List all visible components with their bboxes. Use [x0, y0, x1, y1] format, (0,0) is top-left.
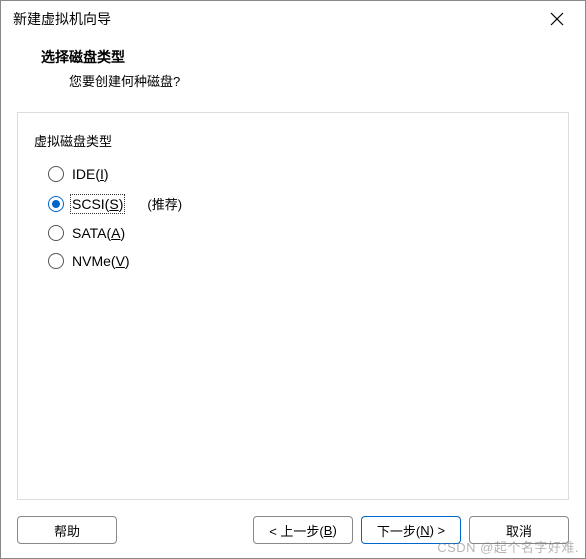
window-title: 新建虚拟机向导: [13, 9, 537, 29]
close-icon: [550, 12, 564, 26]
radio-label: NVMe(V): [72, 253, 130, 269]
next-button[interactable]: 下一步(N) >: [361, 516, 461, 544]
radio-option-sata[interactable]: SATA(A): [34, 219, 552, 247]
radio-icon: [48, 196, 64, 212]
radio-icon: [48, 225, 64, 241]
recommended-tag: (推荐): [147, 194, 182, 213]
radio-label: SCSI(S): [72, 196, 123, 212]
radio-icon: [48, 166, 64, 182]
wizard-header: 选择磁盘类型 您要创建何种磁盘?: [1, 37, 585, 106]
radio-label: IDE(I): [72, 166, 109, 182]
titlebar: 新建虚拟机向导: [1, 1, 585, 37]
content-panel: 虚拟磁盘类型 IDE(I) SCSI(S) (推荐) SATA(A) NVMe(…: [17, 112, 569, 500]
footer: 帮助 < 上一步(B) 下一步(N) > 取消: [1, 506, 585, 558]
back-button[interactable]: < 上一步(B): [253, 516, 353, 544]
cancel-button[interactable]: 取消: [469, 516, 569, 544]
radio-option-scsi[interactable]: SCSI(S) (推荐): [34, 188, 552, 219]
help-button[interactable]: 帮助: [17, 516, 117, 544]
radio-option-nvme[interactable]: NVMe(V): [34, 247, 552, 275]
group-label: 虚拟磁盘类型: [34, 131, 552, 150]
page-heading: 选择磁盘类型: [41, 47, 557, 67]
page-subheading: 您要创建何种磁盘?: [41, 71, 557, 90]
close-button[interactable]: [537, 4, 577, 34]
radio-option-ide[interactable]: IDE(I): [34, 160, 552, 188]
radio-icon: [48, 253, 64, 269]
radio-label: SATA(A): [72, 225, 125, 241]
wizard-window: 新建虚拟机向导 选择磁盘类型 您要创建何种磁盘? 虚拟磁盘类型 IDE(I) S…: [0, 0, 586, 559]
